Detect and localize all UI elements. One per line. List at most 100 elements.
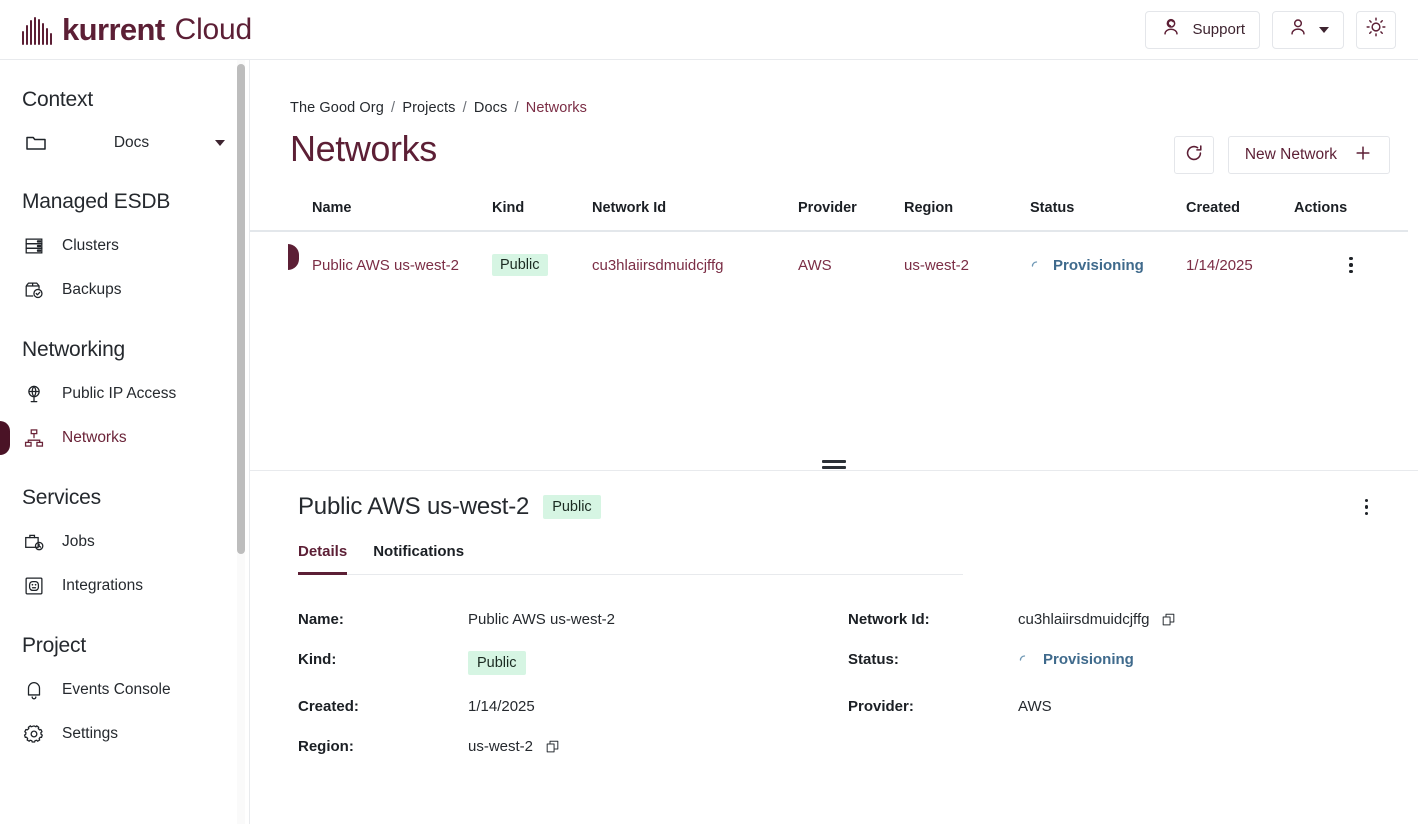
column-header-provider[interactable]: Provider (798, 200, 904, 231)
top-bar-actions: Support (1145, 11, 1396, 49)
detail-panel-title-row: Public AWS us-west-2 Public (298, 493, 601, 521)
refresh-button[interactable] (1174, 136, 1214, 174)
context-project-selector[interactable]: Docs (14, 122, 235, 164)
support-headset-icon (1160, 16, 1182, 43)
status-badge: Provisioning (1018, 651, 1134, 668)
breadcrumb-item-networks[interactable]: Networks (526, 100, 587, 116)
field-value-name: Public AWS us-west-2 (468, 611, 848, 628)
bell-icon (22, 678, 46, 702)
chevron-down-icon (215, 140, 225, 146)
sidebar-item-clusters[interactable]: Clusters (0, 224, 249, 268)
sidebar-item-jobs[interactable]: Jobs (0, 520, 249, 564)
column-header-status[interactable]: Status (1030, 200, 1186, 231)
sidebar-item-networks[interactable]: Networks (0, 416, 249, 460)
sidebar-item-public-ip-access[interactable]: Public IP Access (0, 372, 249, 416)
column-header-kind[interactable]: Kind (492, 200, 592, 231)
field-label-network-id: Network Id: (848, 611, 1018, 628)
new-network-label: New Network (1245, 146, 1337, 164)
table-row[interactable]: Public AWS us-west-2 Public cu3hlaiirsdm… (250, 231, 1408, 298)
field-value-network-id: cu3hlaiirsdmuidcjffg (1018, 611, 1418, 628)
sidebar-section-networking: Networking (0, 338, 249, 362)
copy-icon[interactable] (545, 739, 560, 754)
backup-check-icon (22, 278, 46, 302)
field-label-provider: Provider: (848, 698, 1018, 715)
active-item-indicator (0, 421, 10, 455)
cell-name: Public AWS us-west-2 (250, 231, 492, 298)
sidebar-item-events-console[interactable]: Events Console (0, 668, 249, 712)
breadcrumb-item-projects[interactable]: Projects (402, 100, 455, 116)
cell-region: us-west-2 (904, 231, 1030, 298)
chevron-down-icon (1319, 27, 1329, 33)
theme-toggle-button[interactable] (1356, 11, 1396, 49)
tab-notifications[interactable]: Notifications (373, 543, 464, 575)
breadcrumb-item-org[interactable]: The Good Org (290, 100, 384, 116)
column-header-created[interactable]: Created (1186, 200, 1294, 231)
sidebar-item-label: Events Console (62, 681, 171, 699)
tab-details[interactable]: Details (298, 543, 347, 575)
detail-panel-title: Public AWS us-west-2 (298, 493, 529, 521)
breadcrumb-item-docs[interactable]: Docs (474, 100, 507, 116)
status-label: Provisioning (1053, 257, 1144, 274)
top-bar: kurrent Cloud Support (0, 0, 1418, 60)
network-nodes-icon (22, 426, 46, 450)
cell-status: Provisioning (1030, 231, 1186, 298)
selected-row-indicator (288, 244, 299, 270)
account-menu-button[interactable] (1272, 11, 1344, 49)
brand-name: kurrent (62, 12, 165, 48)
field-label-name: Name: (298, 611, 468, 628)
sidebar-item-label: Clusters (62, 237, 119, 255)
sun-icon (1365, 16, 1387, 43)
detail-panel-fields: Name: Public AWS us-west-2 Network Id: c… (250, 575, 1418, 755)
sidebar-item-integrations[interactable]: Integrations (0, 564, 249, 608)
cell-network-id: cu3hlaiirsdmuidcjffg (592, 231, 798, 298)
refresh-icon (1183, 142, 1205, 169)
detail-panel-kind-badge: Public (543, 495, 601, 519)
field-value-created: 1/14/2025 (468, 698, 848, 715)
folder-icon (24, 131, 48, 155)
field-value-provider: AWS (1018, 698, 1418, 715)
cell-created: 1/14/2025 (1186, 231, 1294, 298)
sidebar-item-label: Backups (62, 281, 121, 299)
copy-icon[interactable] (1161, 612, 1176, 627)
sidebar-item-label: Settings (62, 725, 118, 743)
field-label-kind: Kind: (298, 651, 468, 668)
new-network-button[interactable]: New Network (1228, 136, 1390, 174)
column-header-region[interactable]: Region (904, 200, 1030, 231)
briefcase-clock-icon (22, 530, 46, 554)
globe-pin-icon (22, 382, 46, 406)
status-badge: Provisioning (1030, 257, 1186, 274)
kind-badge: Public (468, 651, 526, 675)
plus-icon (1353, 143, 1373, 168)
kind-badge: Public (492, 254, 548, 276)
sidebar-section-context: Context (0, 88, 249, 112)
sidebar-item-settings[interactable]: Settings (0, 712, 249, 756)
drag-handle-icon[interactable] (822, 460, 846, 469)
field-label-status: Status: (848, 651, 1018, 668)
breadcrumb-separator: / (391, 100, 395, 116)
column-header-name[interactable]: Name (250, 200, 492, 231)
network-id-text: cu3hlaiirsdmuidcjffg (1018, 611, 1149, 628)
networks-table: Name Kind Network Id Provider Region Sta… (250, 200, 1408, 298)
table-header-row: Name Kind Network Id Provider Region Sta… (250, 200, 1408, 231)
kurrent-waveform-icon (22, 15, 52, 45)
sidebar-scrollbar-thumb[interactable] (237, 64, 245, 554)
sidebar-item-label: Jobs (62, 533, 95, 551)
networks-table-container: Name Kind Network Id Provider Region Sta… (250, 174, 1418, 298)
sidebar-item-label: Public IP Access (62, 385, 176, 403)
network-name-link[interactable]: Public AWS us-west-2 (312, 257, 459, 274)
gear-icon (22, 722, 46, 746)
server-rack-icon (22, 234, 46, 258)
power-outlet-icon (22, 574, 46, 598)
field-value-region: us-west-2 (468, 738, 848, 755)
spinner-icon (1018, 653, 1031, 666)
cell-provider: AWS (798, 231, 904, 298)
field-label-region: Region: (298, 738, 468, 755)
sidebar-item-backups[interactable]: Backups (0, 268, 249, 312)
detail-panel-tabs: Details Notifications (298, 543, 963, 575)
column-header-network-id[interactable]: Network Id (592, 200, 798, 231)
kebab-menu-icon[interactable] (1365, 499, 1369, 516)
kebab-menu-icon[interactable] (1294, 257, 1408, 274)
brand-logo[interactable]: kurrent Cloud (22, 12, 252, 48)
sidebar-section-project: Project (0, 634, 249, 658)
support-button[interactable]: Support (1145, 11, 1260, 49)
